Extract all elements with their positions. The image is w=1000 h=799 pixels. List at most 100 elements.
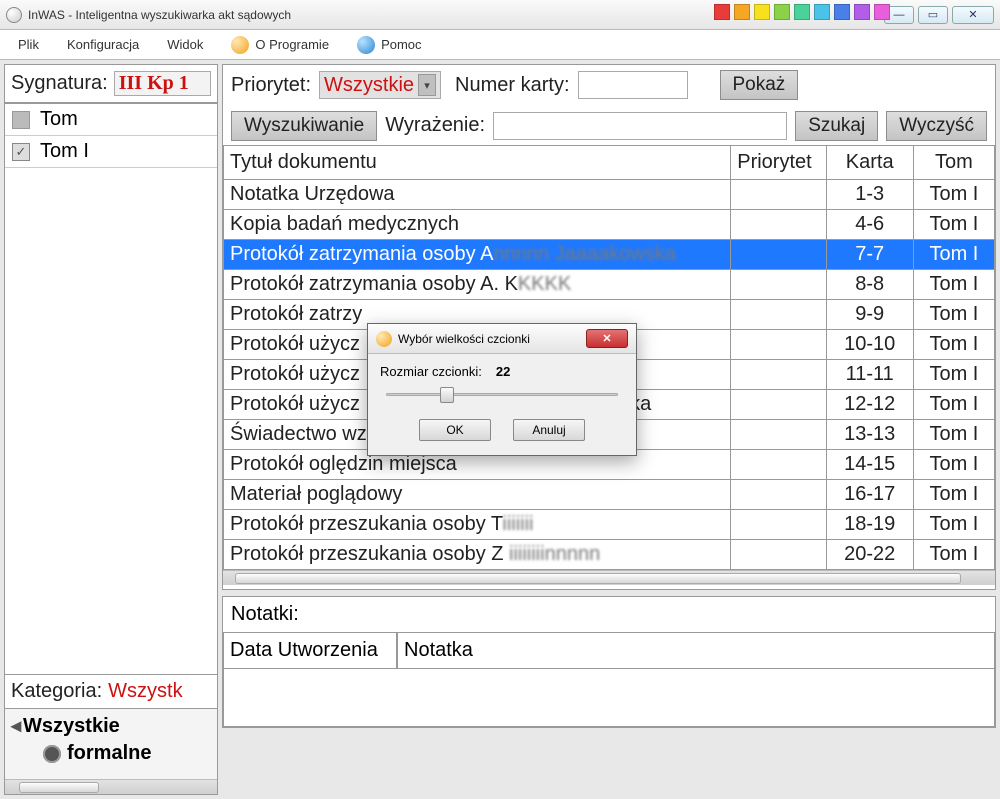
cell-card: 4-6 bbox=[826, 210, 913, 240]
cell-tom: Tom I bbox=[913, 390, 994, 420]
close-button[interactable]: ✕ bbox=[952, 6, 994, 24]
menubar: Plik Konfiguracja Widok O Programie Pomo… bbox=[0, 30, 1000, 60]
tree-hscroll[interactable] bbox=[5, 779, 217, 794]
gear-icon bbox=[43, 745, 61, 763]
table-row[interactable]: Materiał poglądowy 16-17Tom I bbox=[224, 480, 995, 510]
menu-file[interactable]: Plik bbox=[18, 37, 39, 52]
font-size-value: 22 bbox=[496, 364, 510, 379]
slider-handle[interactable] bbox=[440, 387, 454, 403]
palette-color bbox=[774, 4, 790, 20]
grid-hscroll-thumb[interactable] bbox=[235, 573, 961, 584]
cell-priority bbox=[731, 360, 826, 390]
category-value[interactable]: Wszystk bbox=[108, 680, 182, 703]
tom-header-row: Tom bbox=[5, 104, 217, 136]
dialog-title: Wybór wielkości czcionki bbox=[398, 332, 530, 346]
cell-title: Protokół przeszukania osoby Tiiiiiii bbox=[224, 510, 731, 540]
cell-priority bbox=[731, 330, 826, 360]
menu-config[interactable]: Konfiguracja bbox=[67, 37, 139, 52]
menu-view[interactable]: Widok bbox=[167, 37, 203, 52]
cell-title: Protokół zatrzymania osoby A. KKKKK bbox=[224, 270, 731, 300]
cell-card: 10-10 bbox=[826, 330, 913, 360]
cell-card: 20-22 bbox=[826, 540, 913, 570]
cell-title: Notatka Urzędowa bbox=[224, 180, 731, 210]
help-icon bbox=[357, 36, 375, 54]
tree-all[interactable]: Wszystkie bbox=[23, 715, 120, 737]
card-number-label: Numer karty: bbox=[455, 74, 569, 97]
notes-panel: Notatki: Data Utworzenia Notatka bbox=[222, 596, 996, 728]
cell-priority bbox=[731, 210, 826, 240]
cell-card: 9-9 bbox=[826, 300, 913, 330]
cell-tom: Tom I bbox=[913, 540, 994, 570]
app-icon bbox=[6, 7, 22, 23]
tree-item-formalne[interactable]: formalne bbox=[67, 742, 151, 765]
palette-color bbox=[714, 4, 730, 20]
font-size-dialog: Wybór wielkości czcionki ✕ Rozmiar czcio… bbox=[367, 323, 637, 456]
table-row[interactable]: Protokół przeszukania osoby Z iiiiiiiinn… bbox=[224, 540, 995, 570]
cell-priority bbox=[731, 450, 826, 480]
chevron-down-icon: ▾ bbox=[418, 74, 436, 96]
palette-color bbox=[874, 4, 890, 20]
cell-tom: Tom I bbox=[913, 420, 994, 450]
notes-col-note[interactable]: Notatka bbox=[397, 633, 995, 669]
col-title[interactable]: Tytuł dokumentu bbox=[224, 146, 731, 180]
card-number-input[interactable] bbox=[578, 71, 688, 99]
signature-value[interactable]: III Kp 1 bbox=[114, 71, 211, 96]
cell-title: Kopia badań medycznych bbox=[224, 210, 731, 240]
cell-priority bbox=[731, 240, 826, 270]
menu-help[interactable]: Pomoc bbox=[357, 36, 421, 54]
cell-tom: Tom I bbox=[913, 450, 994, 480]
font-size-slider[interactable] bbox=[386, 385, 618, 403]
cell-card: 1-3 bbox=[826, 180, 913, 210]
table-row[interactable]: Protokół zatrzymania osoby A. KKKKK8-8To… bbox=[224, 270, 995, 300]
palette-color bbox=[734, 4, 750, 20]
dialog-close-button[interactable]: ✕ bbox=[586, 329, 628, 348]
tom-name: Tom I bbox=[40, 140, 89, 163]
dialog-cancel-button[interactable]: Anuluj bbox=[513, 419, 585, 441]
priority-combo[interactable]: Wszystkie▾ bbox=[319, 71, 441, 99]
notes-body[interactable] bbox=[223, 669, 995, 727]
palette-color bbox=[834, 4, 850, 20]
cell-priority bbox=[731, 510, 826, 540]
grid-hscroll[interactable] bbox=[223, 570, 995, 585]
cell-tom: Tom I bbox=[913, 180, 994, 210]
col-card[interactable]: Karta bbox=[826, 146, 913, 180]
palette-color bbox=[854, 4, 870, 20]
tom-check[interactable]: ✓ bbox=[12, 143, 30, 161]
cell-tom: Tom I bbox=[913, 480, 994, 510]
table-row[interactable]: Notatka Urzędowa 1-3Tom I bbox=[224, 180, 995, 210]
cell-priority bbox=[731, 180, 826, 210]
col-tom[interactable]: Tom bbox=[913, 146, 994, 180]
tom-header-check[interactable] bbox=[12, 111, 30, 129]
cell-card: 13-13 bbox=[826, 420, 913, 450]
table-row[interactable]: Kopia badań medycznych4-6Tom I bbox=[224, 210, 995, 240]
cell-card: 7-7 bbox=[826, 240, 913, 270]
tree-hscroll-thumb[interactable] bbox=[19, 782, 99, 793]
expression-input[interactable] bbox=[493, 112, 787, 140]
col-priority[interactable]: Priorytet bbox=[731, 146, 826, 180]
priority-label: Priorytet: bbox=[231, 74, 311, 97]
category-label: Kategoria: bbox=[11, 680, 102, 703]
tom-row[interactable]: ✓ Tom I bbox=[5, 136, 217, 168]
search-toggle-button[interactable]: Wyszukiwanie bbox=[231, 111, 377, 141]
category-tree[interactable]: ◂Wszystkie formalne bbox=[5, 708, 217, 794]
tom-header-label: Tom bbox=[40, 108, 78, 131]
table-row[interactable]: Protokół przeszukania osoby Tiiiiiii18-1… bbox=[224, 510, 995, 540]
cell-tom: Tom I bbox=[913, 360, 994, 390]
info-icon bbox=[231, 36, 249, 54]
clear-button[interactable]: Wyczyść bbox=[886, 111, 987, 141]
cell-card: 12-12 bbox=[826, 390, 913, 420]
menu-about[interactable]: O Programie bbox=[231, 36, 329, 54]
search-button[interactable]: Szukaj bbox=[795, 111, 878, 141]
show-button[interactable]: Pokaż bbox=[720, 70, 799, 100]
left-panel: Sygnatura: III Kp 1 Tom ✓ Tom I Kategoria… bbox=[4, 64, 218, 795]
maximize-button[interactable]: ▭ bbox=[918, 6, 948, 24]
signature-label: Sygnatura: bbox=[11, 72, 108, 95]
cell-card: 16-17 bbox=[826, 480, 913, 510]
dialog-ok-button[interactable]: OK bbox=[419, 419, 491, 441]
cell-title: Materiał poglądowy bbox=[224, 480, 731, 510]
expression-label: Wyrażenie: bbox=[385, 114, 485, 137]
notes-col-date[interactable]: Data Utworzenia bbox=[223, 633, 397, 669]
cell-tom: Tom I bbox=[913, 270, 994, 300]
palette-color bbox=[814, 4, 830, 20]
table-row[interactable]: Protokół zatrzymania osoby Annnnn Jaaaak… bbox=[224, 240, 995, 270]
